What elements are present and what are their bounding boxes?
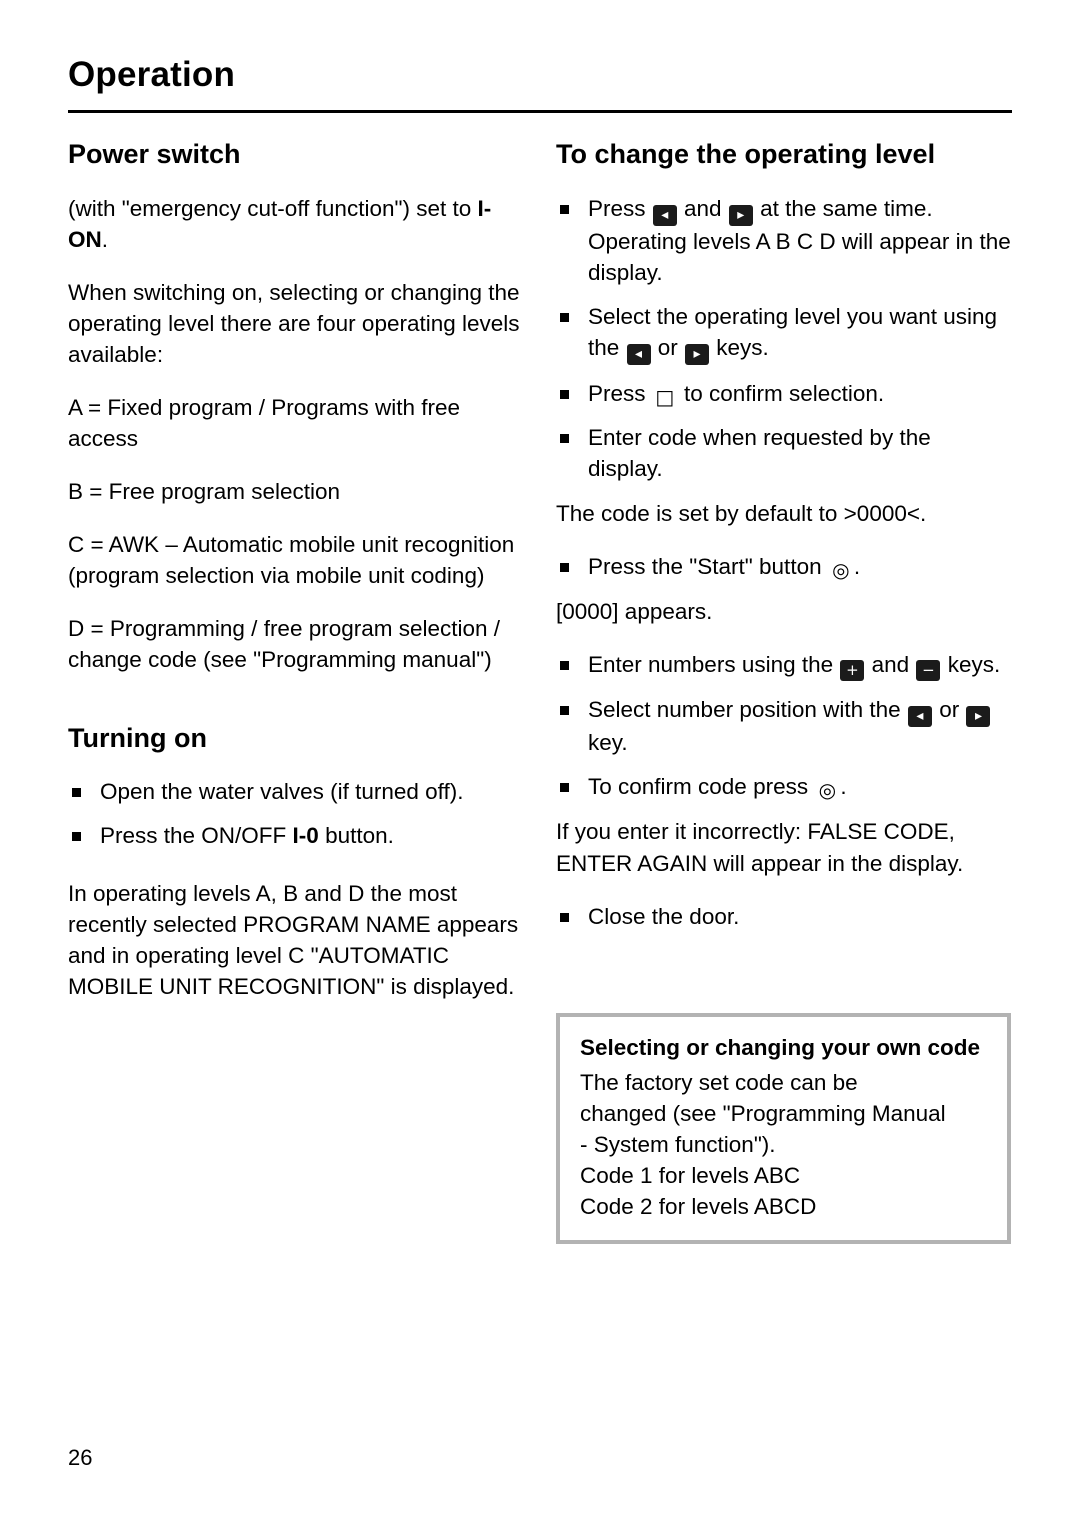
paragraph-level-b: B = Free program selection (68, 479, 340, 505)
heading-turning-on: Turning on (68, 722, 207, 753)
text-run: or (651, 335, 685, 361)
paragraph-default-code: The code is set by default to >0000<. (556, 501, 927, 527)
paragraph-false-code: If you enter it incorrectly: FALSE CODE,… (556, 819, 964, 876)
list-item: Open the water valves (if turned off). (68, 776, 523, 807)
text-run: Enter numbers using the (588, 652, 840, 678)
text-run: . (101, 226, 109, 252)
heading-change-operating-level: To change the operating level (556, 139, 936, 169)
note-line: - System function"). (580, 1132, 776, 1158)
list-item: Press ◂ and ▸ at the same time. Operatin… (556, 193, 1011, 288)
list-item: Press the ON/OFF I-0 button. (68, 820, 523, 851)
note-line: Code 1 for levels ABC (580, 1163, 801, 1189)
heading-power-switch: Power switch (68, 139, 241, 169)
list-item: To confirm code press ◎. (556, 771, 1011, 802)
note-line: changed (see "Programming Manual (580, 1100, 946, 1126)
list-item: Enter numbers using the + and − keys. (556, 649, 1011, 682)
text-run: and (677, 195, 728, 221)
list-item: Close the door. (556, 901, 1011, 932)
arrow-left-key-icon: ◂ (626, 344, 651, 366)
document-page: Operation Power switch (with "emergency … (0, 0, 1080, 1529)
close-door-list: Close the door. (556, 901, 1011, 932)
text-run: . (853, 554, 861, 580)
note-body: The factory set code can be changed (see… (580, 1067, 989, 1222)
code-entry-list-1: Press the "Start" button ◎. (556, 551, 1011, 582)
paragraph-program-name: In operating levels A, B and D the most … (68, 880, 519, 999)
text-run: and (865, 652, 916, 678)
arrow-left-key-icon: ◂ (652, 204, 677, 226)
note-line: Code 2 for levels ABCD (580, 1194, 817, 1220)
arrow-right-key-icon: ▸ (728, 204, 753, 226)
code-entry-list-2: Enter numbers using the + and − keys. Se… (556, 649, 1011, 802)
title-divider (68, 110, 1012, 113)
text-run: To confirm code press (588, 774, 815, 800)
arrow-right-key-icon: ▸ (685, 344, 710, 366)
text-run: or (932, 697, 966, 723)
paragraph-0000-appears: [0000] appears. (556, 599, 713, 625)
text-run: to confirm selection. (677, 381, 885, 407)
page-title: Operation (68, 55, 236, 94)
minus-key-icon: − (916, 660, 941, 682)
note-line: The factory set code can be (580, 1069, 858, 1095)
arrow-right-key-icon: ▸ (966, 706, 991, 728)
text-run: Press the ON/OFF (100, 823, 293, 849)
text-run: button. (318, 823, 394, 849)
paragraph-four-levels: When switching on, selecting or changing… (68, 280, 520, 368)
start-button-icon: ◎ (828, 559, 853, 582)
list-item: Press the "Start" button ◎. (556, 551, 1011, 582)
turning-on-list: Open the water valves (if turned off). P… (68, 776, 523, 851)
paragraph-level-c: C = AWK – Automatic mobile unit recognit… (68, 532, 515, 589)
right-column: To change the operating level Press ◂ an… (556, 138, 1011, 945)
text-run: keys. (710, 335, 769, 361)
note-box: Selecting or changing your own code The … (556, 1013, 1011, 1245)
text-bold-i0: I-0 (292, 823, 319, 849)
left-column: Power switch (with "emergency cut-off fu… (68, 138, 523, 1024)
text-run: Press (588, 381, 652, 407)
list-item: Select number position with the ◂ or ▸ k… (556, 694, 1011, 758)
text-run: Select number position with the (588, 697, 907, 723)
paragraph-emergency-cutoff: (with "emergency cut-off function") set … (68, 193, 523, 255)
page-number: 26 (68, 1445, 93, 1470)
paragraph-level-a: A = Fixed program / Programs with free a… (68, 395, 461, 452)
note-title: Selecting or changing your own code (580, 1035, 981, 1060)
text-run: keys. (941, 652, 1001, 678)
plus-key-icon: + (840, 660, 865, 682)
paragraph-level-d: D = Programming / free program selection… (68, 616, 501, 673)
text-run: Press the "Start" button (588, 554, 828, 580)
text-run: Press (588, 195, 652, 221)
list-item: Select the operating level you want usin… (556, 301, 1011, 366)
arrow-left-key-icon: ◂ (907, 706, 932, 728)
text-run: (with "emergency cut-off function") set … (68, 195, 478, 221)
confirm-key-icon: ◎ (815, 779, 840, 802)
confirm-key-icon: □ (652, 386, 677, 409)
text-run: key. (588, 730, 628, 756)
change-level-list: Press ◂ and ▸ at the same time. Operatin… (556, 193, 1011, 484)
list-item: Enter code when requested by the display… (556, 422, 1011, 484)
list-item: Press □ to confirm selection. (556, 378, 1011, 409)
text-run: . (840, 774, 847, 800)
